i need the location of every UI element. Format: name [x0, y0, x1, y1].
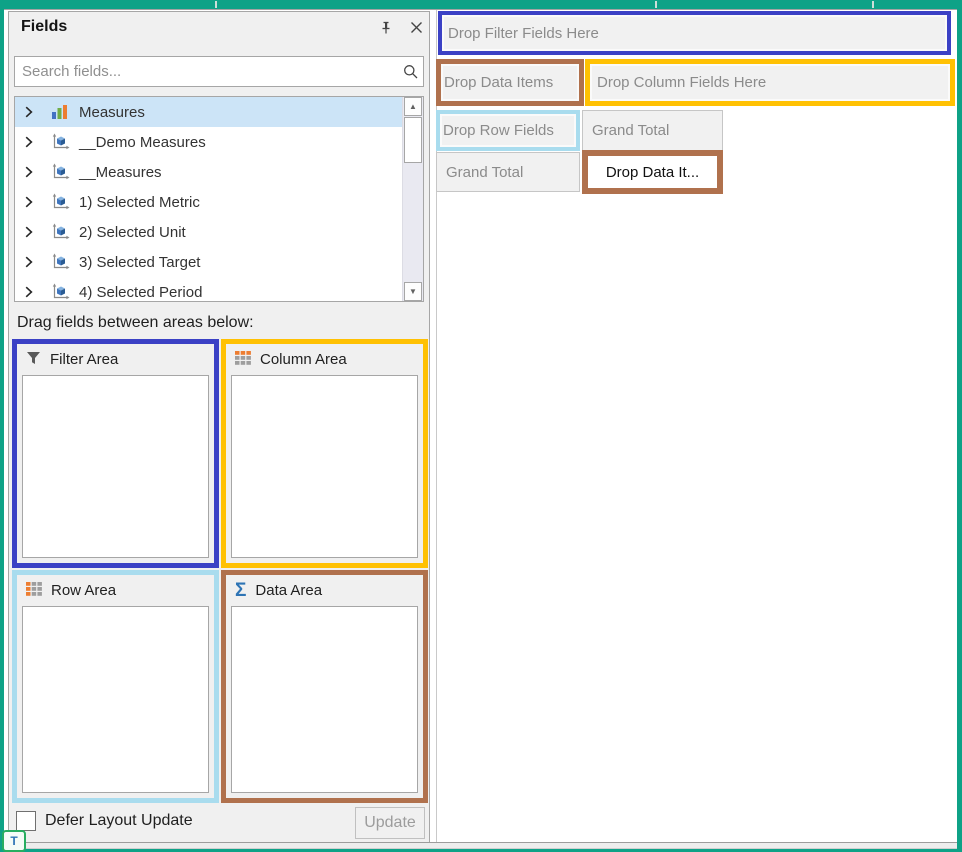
filter-area-dropzone[interactable] — [22, 375, 209, 558]
tree-item-measures[interactable]: Measures — [15, 97, 402, 127]
tree-item-selected-target[interactable]: 3) Selected Target — [15, 247, 402, 277]
filter-icon — [26, 351, 41, 369]
sigma-icon: Σ — [235, 581, 246, 600]
panel-title: Fields — [21, 18, 67, 36]
search-icon — [399, 64, 423, 80]
grand-total-row-cell: Grand Total — [436, 152, 580, 192]
pin-button[interactable] — [375, 19, 397, 41]
close-icon — [409, 20, 424, 40]
drag-hint-text: Drag fields between areas below: — [17, 314, 254, 332]
pin-icon — [378, 20, 394, 41]
column-grid-icon — [235, 351, 251, 369]
scroll-up-button[interactable]: ▲ — [404, 97, 422, 116]
filter-area-box[interactable]: Filter Area — [12, 339, 219, 568]
workspace: Fields — [4, 9, 957, 847]
chevron-right-icon[interactable] — [15, 226, 51, 238]
cube-measure-icon — [51, 163, 79, 181]
drop-data-items-truncated-zone[interactable]: Drop Data It... — [582, 150, 723, 194]
tree-item-label: 3) Selected Target — [79, 254, 200, 271]
chevron-right-icon[interactable] — [15, 166, 51, 178]
chevron-right-icon[interactable] — [15, 196, 51, 208]
chevron-right-icon[interactable] — [15, 256, 51, 268]
top-edge-tick — [215, 1, 217, 8]
drop-row-fields-zone[interactable]: Drop Row Fields — [436, 110, 580, 151]
tree-item-label: __Demo Measures — [79, 134, 206, 151]
tree-item-label: Measures — [79, 104, 145, 121]
bar-chart-icon — [51, 104, 79, 120]
chevron-right-icon[interactable] — [15, 106, 51, 118]
row-area-dropzone[interactable] — [22, 606, 209, 793]
chevron-right-icon[interactable] — [15, 286, 51, 298]
column-area-label: Column Area — [260, 351, 347, 368]
drop-column-fields-zone[interactable]: Drop Column Fields Here — [585, 59, 955, 106]
drop-filter-fields-zone[interactable]: Drop Filter Fields Here — [438, 11, 951, 55]
scrollbar-thumb[interactable] — [404, 117, 422, 163]
bottom-edge-strip — [4, 842, 957, 849]
data-area-box[interactable]: Σ Data Area — [221, 570, 428, 803]
row-area-label: Row Area — [51, 582, 116, 599]
tree-item-label: 2) Selected Unit — [79, 224, 186, 241]
cube-measure-icon — [51, 223, 79, 241]
scroll-down-button[interactable]: ▼ — [404, 282, 422, 301]
row-grid-icon — [26, 582, 42, 600]
column-area-dropzone[interactable] — [231, 375, 418, 558]
data-area-dropzone[interactable] — [231, 606, 418, 793]
tree-item-demo-measures[interactable]: __Demo Measures — [15, 127, 402, 157]
chevron-right-icon[interactable] — [15, 136, 51, 148]
cube-measure-icon — [51, 283, 79, 301]
update-button[interactable]: Update — [355, 807, 425, 839]
close-button[interactable] — [405, 19, 427, 41]
data-area-label: Data Area — [255, 582, 322, 599]
cube-measure-icon — [51, 253, 79, 271]
scroll-up-icon: ▲ — [409, 102, 417, 111]
tree-item-label: 1) Selected Metric — [79, 194, 200, 211]
vertical-scrollbar[interactable]: ▲ ▼ — [402, 97, 423, 301]
corner-logo-badge: T — [2, 830, 26, 852]
search-input[interactable] — [15, 63, 399, 80]
fields-panel: Fields — [8, 11, 430, 845]
grand-total-column-cell: Grand Total — [582, 110, 723, 151]
tree-item-selected-metric[interactable]: 1) Selected Metric — [15, 187, 402, 217]
defer-layout-label: Defer Layout Update — [45, 812, 193, 830]
tree-item-selected-period[interactable]: 4) Selected Period — [15, 277, 402, 301]
cube-measure-icon — [51, 193, 79, 211]
drop-data-items-zone[interactable]: Drop Data Items — [436, 59, 584, 106]
tree-item-selected-unit[interactable]: 2) Selected Unit — [15, 217, 402, 247]
top-edge-tick — [872, 1, 874, 8]
pivot-table-area: Drop Filter Fields Here Drop Data Items … — [432, 10, 957, 843]
top-edge-tick — [655, 1, 657, 8]
cube-measure-icon — [51, 133, 79, 151]
filter-area-label: Filter Area — [50, 351, 118, 368]
tree-item-label: __Measures — [79, 164, 162, 181]
row-area-box[interactable]: Row Area — [12, 570, 219, 803]
scroll-down-icon: ▼ — [409, 287, 417, 296]
column-area-box[interactable]: Column Area — [221, 339, 428, 568]
search-box — [14, 56, 424, 87]
field-tree-list: Measures — [14, 96, 424, 302]
defer-layout-checkbox[interactable] — [16, 811, 36, 831]
tree-item-label: 4) Selected Period — [79, 284, 202, 301]
tree-item-measures-2[interactable]: __Measures — [15, 157, 402, 187]
